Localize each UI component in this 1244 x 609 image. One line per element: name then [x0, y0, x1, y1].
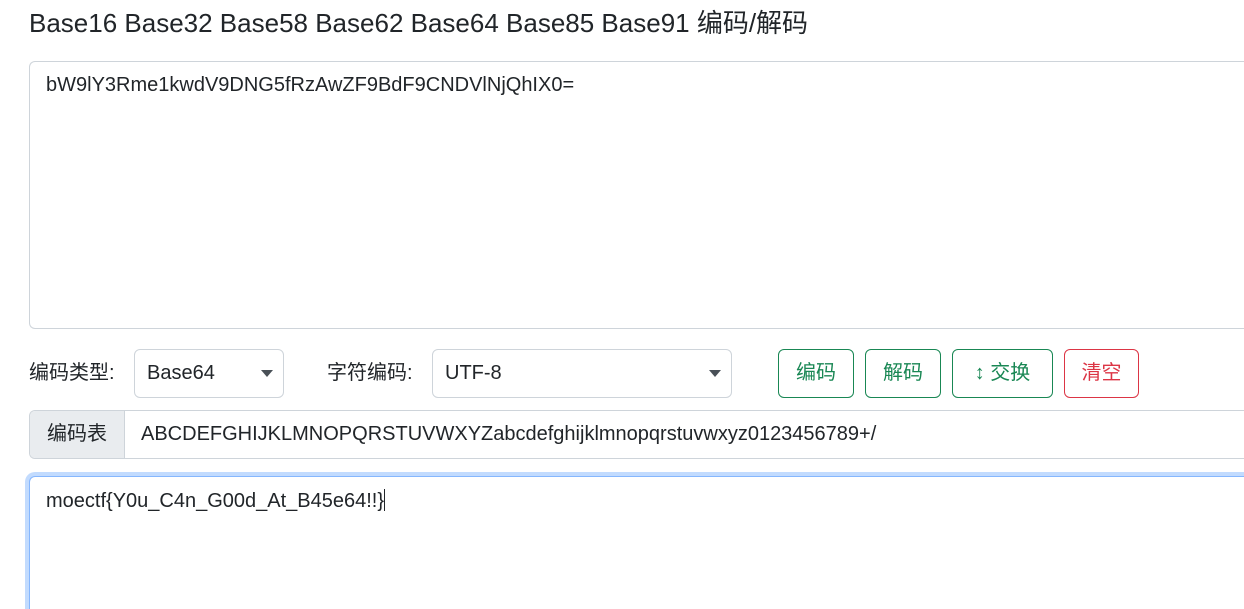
- output-textarea[interactable]: moectf{Y0u_C4n_G00d_At_B45e64!!}: [29, 476, 1244, 609]
- swap-button[interactable]: ↕ 交换: [952, 349, 1053, 398]
- chevron-down-icon: [709, 370, 721, 377]
- clear-button[interactable]: 清空: [1064, 349, 1139, 398]
- encoding-type-value: Base64: [147, 362, 215, 384]
- encoding-type-label: 编码类型:: [29, 362, 115, 384]
- text-cursor: [384, 489, 386, 511]
- charset-value: UTF-8: [445, 362, 502, 384]
- charset-label: 字符编码:: [327, 362, 413, 384]
- input-textarea[interactable]: bW9lY3Rme1kwdV9DNG5fRzAwZF9BdF9CNDVlNjQh…: [29, 61, 1244, 329]
- decode-button[interactable]: 解码: [865, 349, 941, 398]
- page-title: Base16 Base32 Base58 Base62 Base64 Base8…: [29, 8, 809, 38]
- swap-button-label: 交换: [990, 362, 1031, 384]
- alphabet-label: 编码表: [30, 411, 125, 458]
- swap-icon: ↕: [974, 362, 985, 384]
- chevron-down-icon: [261, 370, 273, 377]
- page: Base16 Base32 Base58 Base62 Base64 Base8…: [0, 0, 1244, 609]
- alphabet-input[interactable]: ABCDEFGHIJKLMNOPQRSTUVWXYZabcdefghijklmn…: [141, 411, 876, 458]
- input-text: bW9lY3Rme1kwdV9DNG5fRzAwZF9BdF9CNDVlNjQh…: [46, 74, 575, 96]
- alphabet-input-group: 编码表 ABCDEFGHIJKLMNOPQRSTUVWXYZabcdefghij…: [29, 410, 1244, 459]
- charset-select[interactable]: UTF-8: [432, 349, 732, 398]
- encode-button[interactable]: 编码: [778, 349, 854, 398]
- encoding-type-select[interactable]: Base64: [134, 349, 284, 398]
- output-text: moectf{Y0u_C4n_G00d_At_B45e64!!}: [46, 490, 385, 512]
